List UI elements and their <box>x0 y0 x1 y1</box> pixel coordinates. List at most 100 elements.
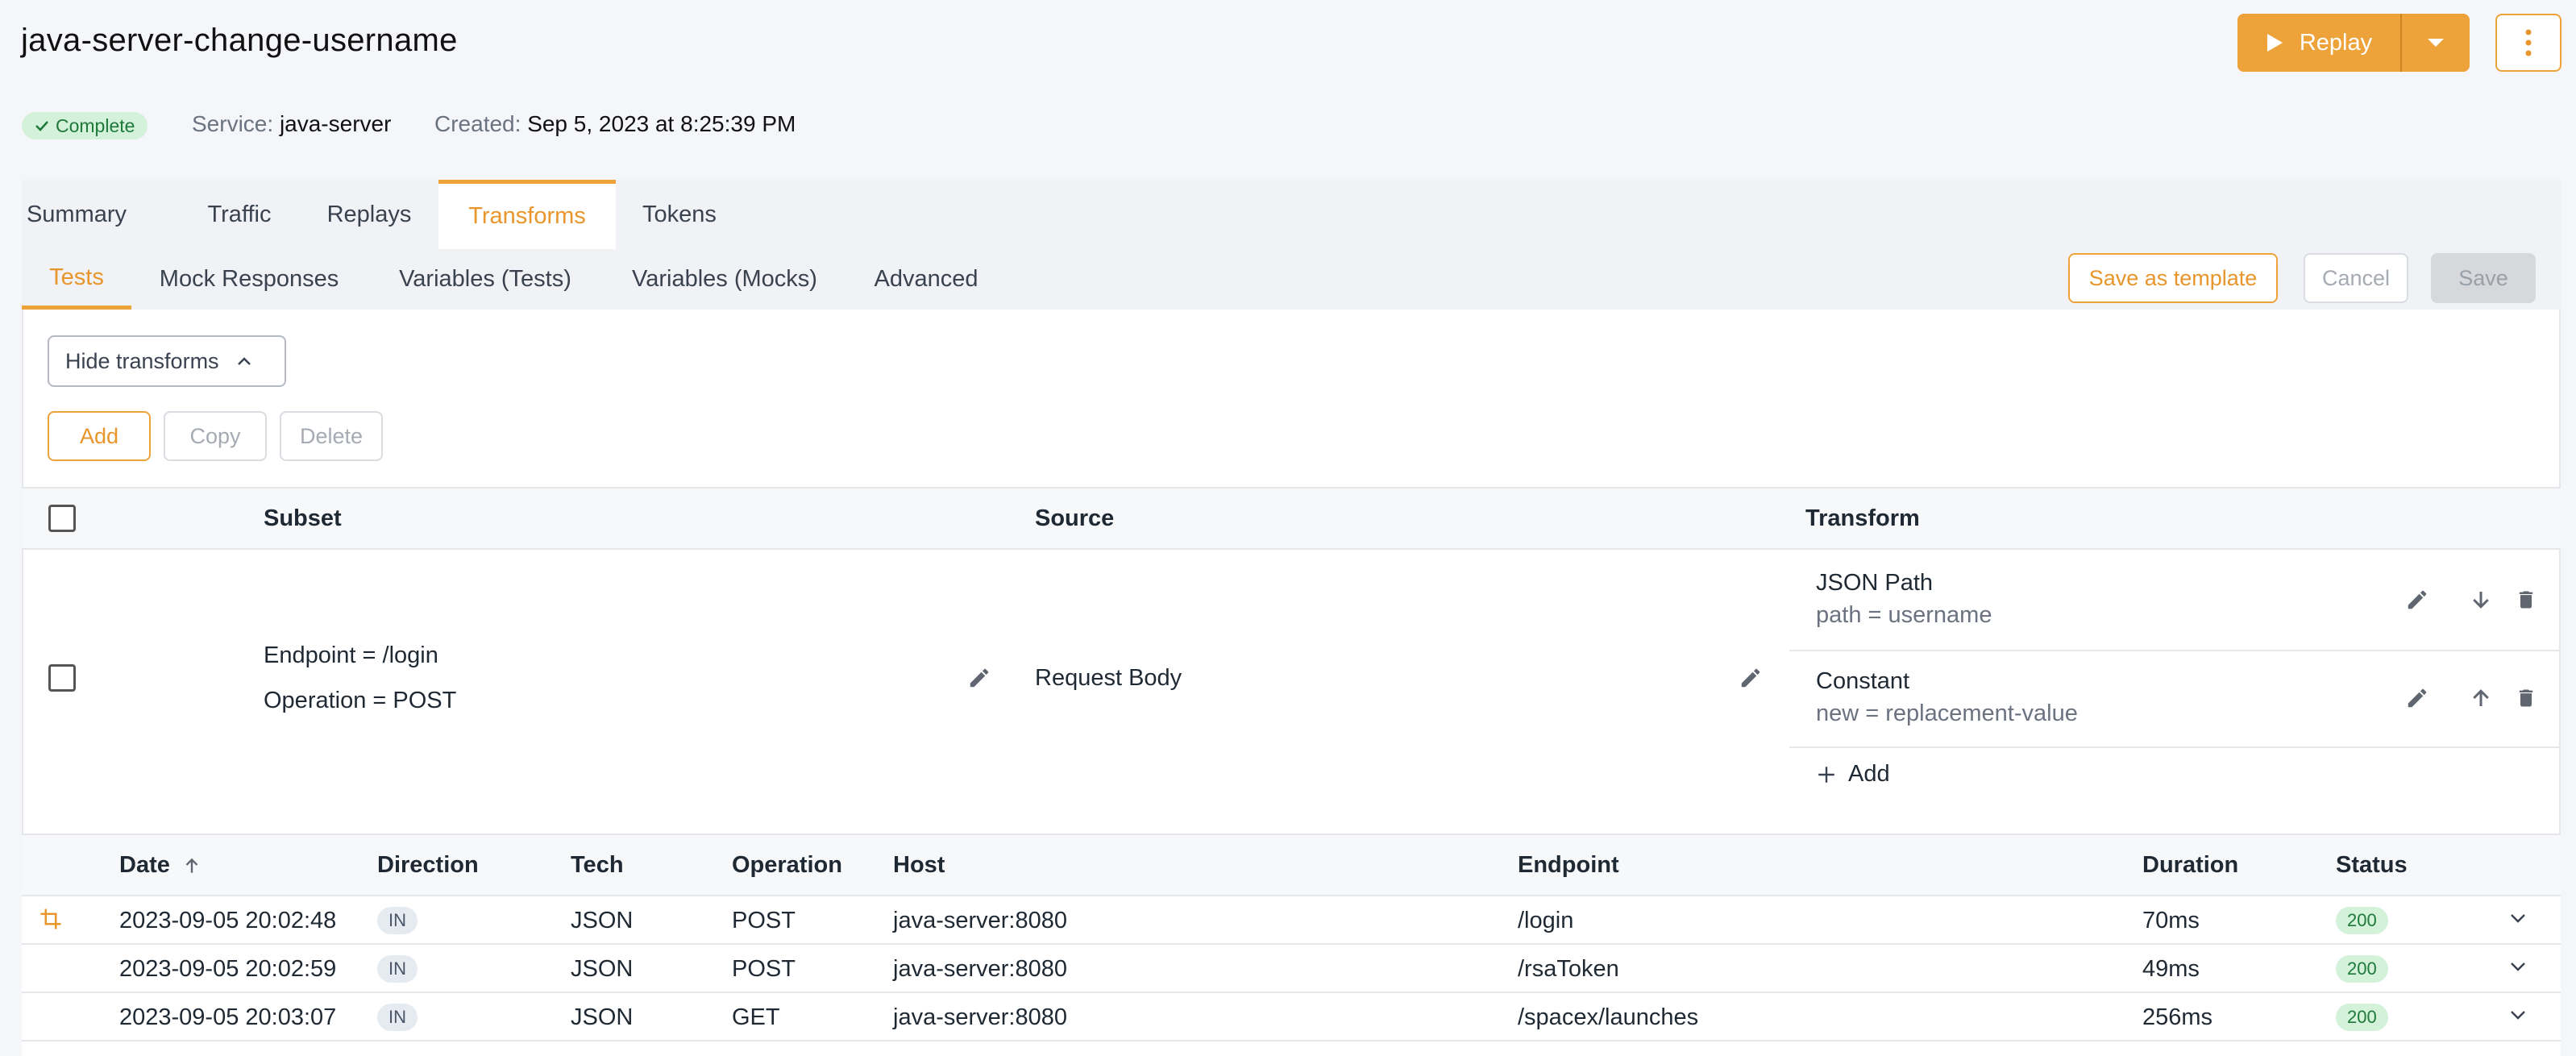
operation-header: Operation <box>732 852 842 878</box>
tab-transforms[interactable]: Transforms <box>438 180 616 249</box>
crop-icon <box>40 908 61 929</box>
row-duration: 256ms <box>2142 1004 2213 1030</box>
transform-header: Transform <box>1805 505 1920 531</box>
row-operation: POST <box>732 908 796 933</box>
edit-source-icon[interactable] <box>1739 666 1763 690</box>
subtab-advanced[interactable]: Advanced <box>859 249 993 310</box>
row-tech: JSON <box>571 1004 634 1030</box>
edit-subset-icon[interactable] <box>967 666 991 690</box>
trash-icon[interactable] <box>2515 686 2537 710</box>
replay-split-button: Replay <box>2237 14 2470 72</box>
row-operation: POST <box>732 956 796 982</box>
edit-transform-1-icon[interactable] <box>2405 588 2429 612</box>
copy-transform-button[interactable]: Copy <box>164 411 267 461</box>
save-as-template-button[interactable]: Save as template <box>2068 253 2278 303</box>
add-transform-button[interactable]: Add <box>48 411 151 461</box>
tab-tokens[interactable]: Tokens <box>625 180 733 249</box>
row-tech: JSON <box>571 956 634 982</box>
subtab-mock-responses[interactable]: Mock Responses <box>142 249 356 310</box>
row-operation: GET <box>732 1004 780 1030</box>
subtab-variables-tests[interactable]: Variables (Tests) <box>379 249 592 310</box>
host-header: Host <box>893 852 945 878</box>
status-code-badge: 200 <box>2336 1004 2388 1031</box>
more-options-button[interactable] <box>2495 14 2561 72</box>
hide-transforms-button[interactable]: Hide transforms <box>48 335 286 387</box>
delete-transform-button[interactable]: Delete <box>280 411 383 461</box>
created-info: Created: Sep 5, 2023 at 8:25:39 PM <box>434 111 796 137</box>
caret-down-icon <box>2428 39 2444 47</box>
subtab-variables-mocks[interactable]: Variables (Mocks) <box>614 249 835 310</box>
replay-button[interactable]: Replay <box>2237 14 2402 72</box>
subset-operation: Operation = POST <box>264 688 457 713</box>
row-duration: 70ms <box>2142 908 2200 933</box>
transform-1-detail: path = username <box>1816 602 1992 628</box>
status-code-badge: 200 <box>2336 955 2388 983</box>
chevron-down-icon[interactable] <box>2508 960 2528 973</box>
row-host: java-server:8080 <box>893 908 1067 933</box>
cancel-button[interactable]: Cancel <box>2304 253 2408 303</box>
transform-divider <box>1789 746 2561 748</box>
tech-header: Tech <box>571 852 624 878</box>
created-label: Created: <box>434 111 521 136</box>
table-row[interactable] <box>22 1041 2561 1056</box>
subset-header: Subset <box>264 505 342 531</box>
subset-endpoint: Endpoint = /login <box>264 642 438 668</box>
tab-traffic[interactable]: Traffic <box>187 180 292 249</box>
date-header[interactable]: Date <box>119 852 202 879</box>
transform-2-name: Constant <box>1816 668 1910 694</box>
arrow-down-icon[interactable] <box>2469 588 2493 612</box>
page-title: java-server-change-username <box>21 23 458 58</box>
row-date: 2023-09-05 20:02:59 <box>119 956 337 982</box>
service-value: java-server <box>279 111 392 136</box>
arrow-up-icon[interactable] <box>2469 686 2493 710</box>
trash-icon[interactable] <box>2515 588 2537 612</box>
chevron-down-icon[interactable] <box>2508 912 2528 925</box>
transform-2-detail: new = replacement-value <box>1816 701 2078 726</box>
source-header: Source <box>1035 505 1115 531</box>
transform-table-header <box>22 487 2561 550</box>
row-host: java-server:8080 <box>893 956 1067 982</box>
kebab-icon <box>2525 29 2532 56</box>
save-button[interactable]: Save <box>2431 253 2536 303</box>
subtab-tests[interactable]: Tests <box>22 249 131 310</box>
row-duration: 49ms <box>2142 956 2200 982</box>
source-value: Request Body <box>1035 665 1182 691</box>
sort-arrow-up-icon <box>185 858 198 873</box>
row-endpoint: /spacex/launches <box>1518 1004 1699 1030</box>
row-tech: JSON <box>571 908 634 933</box>
edit-transform-2-icon[interactable] <box>2405 686 2429 710</box>
hide-transforms-label: Hide transforms <box>65 348 219 373</box>
replay-options-button[interactable] <box>2402 14 2470 72</box>
transform-1-name: JSON Path <box>1816 570 1934 596</box>
tab-summary[interactable]: Summary <box>22 180 131 249</box>
select-all-checkbox[interactable] <box>48 505 76 532</box>
created-value: Sep 5, 2023 at 8:25:39 PM <box>527 111 796 136</box>
chevron-up-icon <box>237 357 251 365</box>
check-icon <box>35 121 48 131</box>
endpoint-header: Endpoint <box>1518 852 1619 878</box>
status-header: Status <box>2336 852 2408 878</box>
plus-icon <box>1818 766 1834 783</box>
chevron-down-icon[interactable] <box>2508 1008 2528 1021</box>
service-label: Service: <box>192 111 274 136</box>
play-icon <box>2266 34 2283 52</box>
direction-badge: IN <box>377 907 418 934</box>
direction-badge: IN <box>377 955 418 983</box>
tab-replays[interactable]: Replays <box>316 180 422 249</box>
status-text: Complete <box>56 114 135 136</box>
duration-header: Duration <box>2142 852 2239 878</box>
service-info: Service: java-server <box>192 111 391 137</box>
replay-label: Replay <box>2299 29 2373 56</box>
add-step-label: Add <box>1848 761 1890 787</box>
row-date: 2023-09-05 20:03:07 <box>119 1004 337 1030</box>
direction-badge: IN <box>377 1004 418 1031</box>
row-host: java-server:8080 <box>893 1004 1067 1030</box>
direction-header: Direction <box>377 852 479 878</box>
status-badge: Complete <box>22 112 148 139</box>
status-code-badge: 200 <box>2336 907 2388 934</box>
date-header-label: Date <box>119 852 170 878</box>
add-transform-step-button[interactable]: Add <box>1816 761 1890 788</box>
transform-divider <box>1789 650 2561 651</box>
row-endpoint: /rsaToken <box>1518 956 1619 982</box>
row-checkbox[interactable] <box>48 664 76 692</box>
